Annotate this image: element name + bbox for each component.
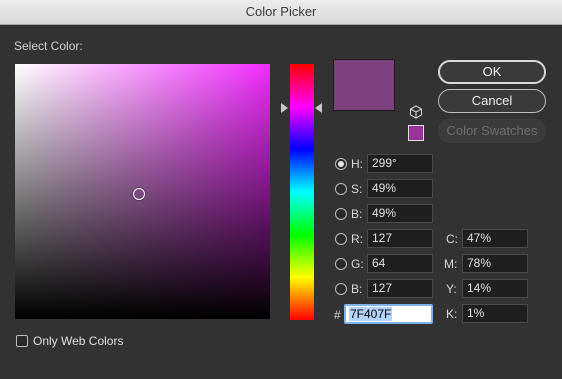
window-title: Color Picker <box>0 0 562 25</box>
yellow-label: Y: <box>446 282 457 296</box>
web-safe-cube-icon[interactable] <box>409 105 423 119</box>
blue-input[interactable]: 127 <box>367 279 433 298</box>
red-radio[interactable] <box>335 233 347 245</box>
cyan-input[interactable]: 47% <box>462 229 528 248</box>
black-input[interactable]: 1% <box>462 304 528 323</box>
hue-input[interactable]: 299° <box>367 154 433 173</box>
brightness-radio[interactable] <box>335 208 347 220</box>
hue-slider[interactable] <box>290 64 314 320</box>
web-safe-color-swatch[interactable] <box>408 125 424 141</box>
hex-symbol: # <box>334 308 341 322</box>
black-label: K: <box>446 307 458 321</box>
brightness-input[interactable]: 49% <box>367 204 433 223</box>
ok-button[interactable]: OK <box>438 60 546 84</box>
saturation-input[interactable]: 49% <box>367 179 433 198</box>
cyan-label: C: <box>446 232 458 246</box>
hex-value: 7F407F <box>349 307 393 321</box>
blue-radio[interactable] <box>335 283 347 295</box>
color-selector-circle[interactable] <box>133 188 145 200</box>
hex-input[interactable]: 7F407F <box>344 304 433 324</box>
saturation-label: S: <box>351 182 363 196</box>
color-picker-window: Color Picker Select Color: OK Cancel Col… <box>0 0 562 379</box>
saturation-radio[interactable] <box>335 183 347 195</box>
hue-label: H: <box>351 157 363 171</box>
only-web-colors-checkbox[interactable] <box>16 335 28 347</box>
brightness-label: B: <box>351 207 363 221</box>
hue-radio[interactable] <box>335 158 347 170</box>
only-web-colors-label[interactable]: Only Web Colors <box>33 334 123 348</box>
color-swatches-button[interactable]: Color Swatches <box>438 119 546 143</box>
magenta-label: M: <box>444 257 458 271</box>
blue-label: B: <box>351 282 363 296</box>
hue-slider-right-arrow[interactable] <box>315 103 322 113</box>
red-label: R: <box>351 232 363 246</box>
green-label: G: <box>351 257 364 271</box>
green-radio[interactable] <box>335 258 347 270</box>
selected-color-preview <box>333 59 395 111</box>
hue-slider-left-arrow[interactable] <box>281 103 288 113</box>
green-input[interactable]: 64 <box>367 254 433 273</box>
yellow-input[interactable]: 14% <box>462 279 528 298</box>
cancel-button[interactable]: Cancel <box>438 89 546 113</box>
red-input[interactable]: 127 <box>367 229 433 248</box>
magenta-input[interactable]: 78% <box>462 254 528 273</box>
select-color-label: Select Color: <box>14 39 83 53</box>
